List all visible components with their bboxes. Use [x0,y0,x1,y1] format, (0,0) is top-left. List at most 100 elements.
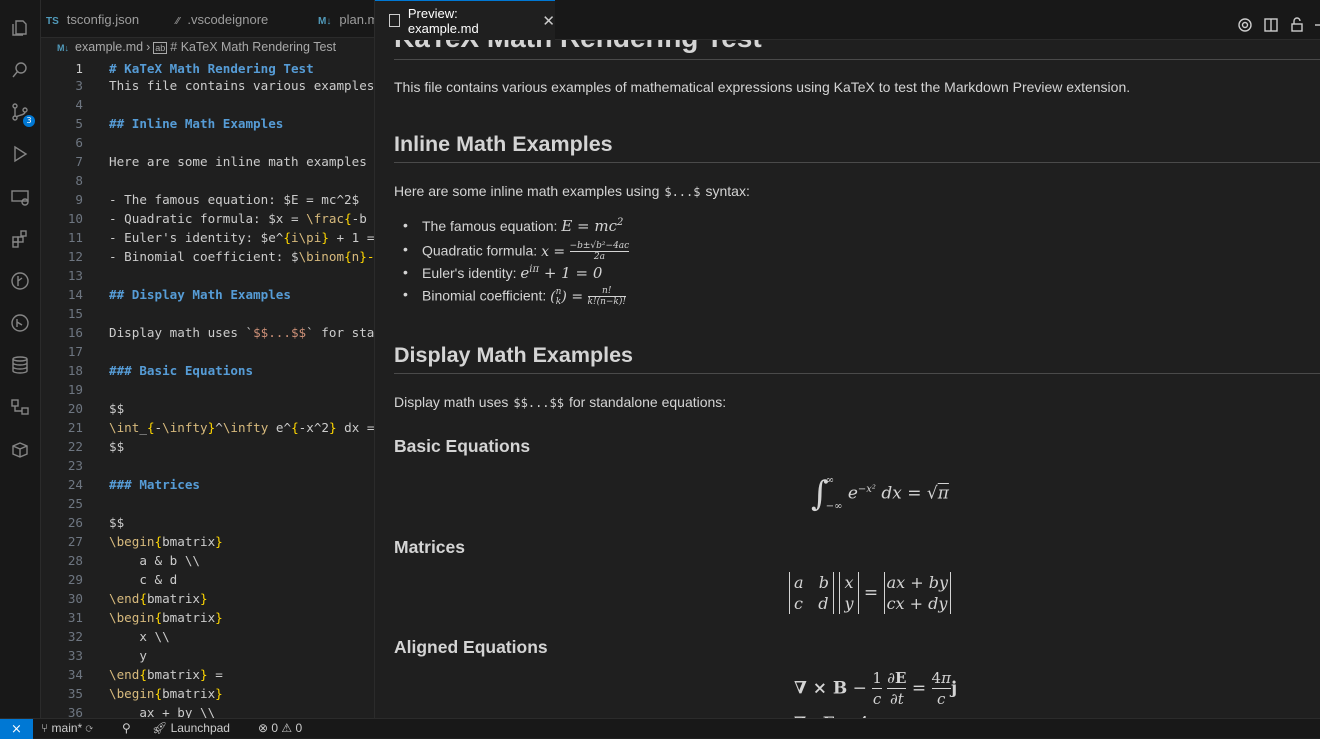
line-number: 27 [67,534,83,549]
packages-icon[interactable] [8,438,32,462]
code-line: 8 [41,171,374,190]
tab-preview[interactable]: Preview: example.md ✕ [375,0,555,40]
code-token: bmatrix [162,610,216,625]
testing-icon[interactable] [8,311,32,335]
line-number: 34 [67,667,83,682]
code-line: 4 [41,95,374,114]
explorer-icon[interactable] [8,16,32,40]
database-icon[interactable] [8,353,32,377]
split-editor-icon[interactable] [1263,17,1279,33]
line-text: \begin{bmatrix} [109,532,223,551]
line-text: Here are some inline math examples [109,154,367,169]
code-token: \infty [222,420,269,435]
line-number: 29 [67,572,83,587]
line-number: 23 [67,458,83,473]
remote-explorer-icon[interactable] [8,185,32,209]
code-token: \int [109,420,140,435]
remote-indicator-icon[interactable]: ⨯ [0,719,33,739]
aligned-equations-heading: Aligned Equations [394,637,548,657]
error-icon: ⊗ [258,721,272,735]
line-text: - Binomial coefficient: $\binom{n}- [109,247,374,266]
line-number: 9 [75,192,83,207]
code-editor: TS tsconfig.json ⁄⁄ .vscodeignore M↓ plan.m… [41,0,374,718]
line-text: \begin{bmatrix} [109,684,223,703]
line-number: 26 [67,515,83,530]
tab-tsconfig[interactable]: TS tsconfig.json [46,12,139,27]
markdown-preview: Preview: example.md ✕ KaTeX Math Renderi… [374,0,1320,718]
code-token: } [321,230,329,245]
run-debug-icon[interactable] [8,142,32,166]
launchpad-item[interactable]: 🚀︎ Launchpad [152,721,230,735]
source-control-icon[interactable]: 3 [8,100,35,127]
code-line: 35 \begin{bmatrix} [41,684,374,703]
breadcrumb-symbol[interactable]: # KaTeX Math Rendering Test [170,40,336,54]
tab-label: tsconfig.json [66,12,140,27]
code-token: bmatrix [146,591,201,606]
line-number: 3 [75,78,83,93]
code-token: } [215,686,223,701]
tab-plan[interactable]: M↓ plan.m [318,12,374,27]
code-token: } [329,420,337,435]
line-number: 25 [67,496,83,511]
branch-indicator[interactable]: ⑂ main* ⟳ [41,721,93,735]
line-text: ### Basic Equations [109,363,254,378]
code-line: 31 \begin{bmatrix} [41,608,374,627]
code-token: \begin [109,686,155,701]
code-line: 25 [41,494,374,513]
tab-vscodeignore[interactable]: ⁄⁄ .vscodeignore [176,12,268,27]
code-token: bmatrix [162,534,216,549]
code-line: 20 $$ [41,399,374,418]
lock-icon[interactable] [1289,17,1305,33]
typescript-icon: TS [46,16,59,27]
math-quadratic: x = −b±√b²−4ac 2a [541,241,630,262]
inline-code: $...$ [664,185,701,199]
code-token: _ [139,420,147,435]
line-text: - Euler's identity: $e^{i\pi} + 1 = [109,228,374,247]
preview-file-icon [389,14,400,27]
code-token: { [154,686,163,701]
code-line: 21 \int_{-\infty}^\infty e^{-x^2} dx = [41,418,374,437]
line-text: y [109,648,147,663]
code-token: { [154,534,163,549]
breadcrumb-file[interactable]: example.md [75,40,143,54]
code-token: - Euler's identity: $e^ [109,230,284,245]
code-line: 16 Display math uses `$$...$$` for sta [41,323,374,342]
line-number: 15 [67,306,83,321]
code-line: 33 y [41,646,374,665]
line-number: 16 [67,325,83,340]
branch-name: main* [51,721,83,735]
line-number: 7 [75,154,83,169]
line-text: $$ [109,515,125,530]
list-item-label: Binomial coefficient: [422,287,547,304]
more-actions-icon[interactable] [1313,17,1320,33]
inline-intro: Here are some inline math examples using… [394,183,750,199]
code-line: 28 a & b \\ [41,551,374,570]
line-number: 31 [67,610,83,625]
line-number: 17 [67,344,83,359]
activity-bar: 3 [0,0,41,718]
line-text: \end{bmatrix} [109,589,208,608]
containers-icon[interactable] [8,395,32,419]
code-token: bmatrix [146,667,201,682]
sync-icon[interactable]: ⟳ [86,721,93,735]
preview-content[interactable]: KaTeX Math Rendering Test This file cont… [375,40,1320,718]
launchpad-label: Launchpad [170,721,230,735]
scm-badge: 3 [23,115,35,127]
line-number: 6 [75,135,83,150]
git-graph-icon[interactable] [8,269,32,293]
git-graph-status-icon[interactable]: ⚲ [122,721,131,735]
search-icon[interactable] [8,58,32,82]
code-token: e^ [268,420,292,435]
line-text: x \\ [109,629,170,644]
settings-icon[interactable] [1237,17,1253,33]
code-token: \pi [298,230,322,245]
extensions-icon[interactable] [8,227,32,251]
problems-item[interactable]: ⊗ 0 ⚠ 0 [258,721,302,735]
code-line: 11 - Euler's identity: $e^{i\pi} + 1 = [41,228,374,247]
display-intro-text: for standalone equations: [568,394,727,410]
close-icon[interactable]: ✕ [542,12,555,30]
h2-rule [394,373,1320,374]
code-line: 36 ax + by \\ [41,703,374,718]
math-euler: eiπ + 1 = 0 [520,264,603,282]
line-number: 12 [67,249,83,264]
